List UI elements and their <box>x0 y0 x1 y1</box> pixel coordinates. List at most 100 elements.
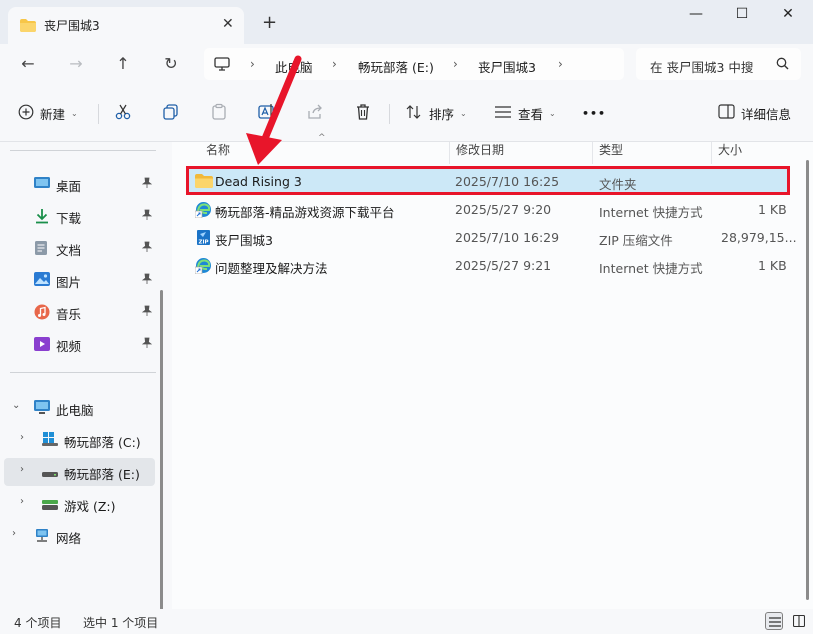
forward-button[interactable]: → <box>66 54 86 73</box>
network-drive-icon <box>42 499 58 513</box>
refresh-button[interactable]: ↻ <box>161 54 181 73</box>
sort-button[interactable]: 排序 ⌄ <box>405 103 467 123</box>
edge-shortcut-icon <box>194 201 212 221</box>
file-type: ZIP 压缩文件 <box>599 233 673 248</box>
sidebar-item-label: 视频 <box>56 339 82 354</box>
selected-count: 选中 1 个项目 <box>83 616 159 630</box>
back-button[interactable]: ← <box>18 54 38 73</box>
sidebar-divider <box>10 150 156 151</box>
search-box[interactable]: 在 丧尸围城3 中搜 <box>636 48 801 80</box>
windows-drive-icon <box>42 432 58 449</box>
sidebar-item-downloads[interactable]: 下载 <box>4 202 155 230</box>
more-options-button[interactable]: ••• <box>582 103 606 123</box>
sidebar-item-label: 图片 <box>56 275 82 290</box>
new-button[interactable]: 新建 ⌄ <box>18 103 78 123</box>
pin-icon <box>141 241 153 256</box>
sidebar-item-label: 畅玩部落 (C:) <box>64 435 141 450</box>
column-header-name[interactable]: 名称 <box>200 142 450 164</box>
column-header-size[interactable]: 大小 <box>712 142 792 164</box>
minimize-button[interactable]: — <box>676 6 716 28</box>
file-size: 1 KB <box>758 202 787 217</box>
sidebar-item-network[interactable]: › 网络 <box>4 522 155 550</box>
view-button[interactable]: 查看 ⌄ <box>494 103 556 123</box>
document-icon <box>34 240 48 259</box>
svg-text:ZIP: ZIP <box>198 240 208 246</box>
sidebar-item-drive-z[interactable]: › 游戏 (Z:) <box>4 490 155 518</box>
breadcrumb-separator-icon: › <box>558 57 563 71</box>
pin-icon <box>141 273 153 288</box>
computer-icon <box>34 400 50 417</box>
sidebar-item-label: 音乐 <box>56 307 82 322</box>
plus-circle-icon <box>18 104 34 123</box>
music-icon <box>34 304 50 323</box>
chevron-right-icon: › <box>20 464 24 475</box>
sidebar-divider <box>10 372 156 373</box>
sort-icon <box>405 104 423 123</box>
breadcrumb-separator-icon: › <box>453 57 458 71</box>
file-name: 问题整理及解决方法 <box>215 261 328 276</box>
copy-button[interactable] <box>162 103 180 123</box>
zip-icon: ZIP <box>195 229 212 249</box>
chevron-down-icon: ⌄ <box>549 108 556 118</box>
pin-icon <box>141 305 153 320</box>
view-label: 查看 <box>518 106 544 122</box>
tab-title: 丧尸围城3 <box>44 19 100 33</box>
pin-icon <box>141 209 153 224</box>
drive-icon <box>42 468 58 482</box>
chevron-down-icon: ⌄ <box>460 108 467 118</box>
maximize-button[interactable]: ☐ <box>722 6 762 28</box>
breadcrumb-drive-e[interactable]: 畅玩部落 (E:) <box>358 57 434 76</box>
table-row[interactable]: 问题整理及解决方法 2025/5/27 9:21 Internet 快捷方式 1… <box>188 252 790 278</box>
navigation-pane: 桌面 下载 文档 图片 音乐 视频 ⌄ 此电脑 › 畅玩部落 (C:) › 畅玩… <box>0 142 172 609</box>
sidebar-item-drive-c[interactable]: › 畅玩部落 (C:) <box>4 426 155 454</box>
navigation-bar: ← → ↑ ↻ › 此电脑 › 畅玩部落 (E:) › 丧尸围城3 › 在 丧尸… <box>0 44 813 84</box>
pin-icon <box>141 337 153 352</box>
status-bar: 4 个项目 选中 1 个项目 <box>0 609 813 634</box>
column-header-type[interactable]: 类型 <box>593 142 712 164</box>
details-view-button[interactable] <box>765 612 783 630</box>
details-label: 详细信息 <box>741 106 792 122</box>
chevron-down-icon: ⌄ <box>12 400 21 411</box>
chevron-right-icon: › <box>20 432 24 443</box>
table-row[interactable]: ZIP 丧尸围城3 2025/7/10 16:29 ZIP 压缩文件 28,97… <box>188 224 797 250</box>
file-list: 名称 修改日期 类型 大小 Dead Rising 3 2025/7/10 16… <box>172 142 813 609</box>
sidebar-item-desktop[interactable]: 桌面 <box>4 170 155 198</box>
new-tab-button[interactable]: + <box>262 12 277 33</box>
cut-button[interactable] <box>114 103 132 123</box>
up-button[interactable]: ↑ <box>113 54 133 73</box>
content-scrollbar[interactable] <box>806 160 809 600</box>
sidebar-item-drive-e[interactable]: › 畅玩部落 (E:) <box>4 458 155 486</box>
sidebar-item-videos[interactable]: 视频 <box>4 330 155 358</box>
edge-shortcut-icon <box>194 257 212 277</box>
tiles-view-button[interactable] <box>790 612 808 630</box>
pin-icon <box>141 177 153 192</box>
breadcrumb-current-folder[interactable]: 丧尸围城3 <box>478 57 536 76</box>
chevron-right-icon: › <box>20 496 24 507</box>
title-bar: 丧尸围城3 ✕ + — ☐ ✕ <box>0 0 813 44</box>
close-window-button[interactable]: ✕ <box>768 6 808 28</box>
sidebar-item-music[interactable]: 音乐 <box>4 298 155 326</box>
tab-current[interactable]: 丧尸围城3 ✕ <box>8 7 244 44</box>
file-type: Internet 快捷方式 <box>599 261 703 276</box>
paste-button[interactable] <box>210 103 228 123</box>
search-icon <box>776 57 789 73</box>
details-pane-button[interactable]: 详细信息 <box>718 103 791 123</box>
sidebar-item-documents[interactable]: 文档 <box>4 234 155 262</box>
annotation-arrow-icon <box>246 55 302 165</box>
sidebar-item-label: 游戏 (Z:) <box>64 499 116 514</box>
close-tab-icon[interactable]: ✕ <box>222 16 234 32</box>
pictures-icon <box>34 272 50 289</box>
table-row[interactable]: 畅玩部落-精品游戏资源下载平台 2025/5/27 9:20 Internet … <box>188 196 790 222</box>
column-header-date[interactable]: 修改日期 <box>450 142 593 164</box>
toolbar-divider <box>389 104 390 124</box>
folder-icon <box>20 19 36 35</box>
delete-button[interactable] <box>354 103 372 123</box>
sidebar-item-label: 文档 <box>56 243 82 258</box>
file-size: 1 KB <box>758 258 787 273</box>
item-count: 4 个项目 <box>14 616 62 630</box>
sort-ascending-icon: ^ <box>318 133 326 143</box>
sidebar-scrollbar[interactable] <box>160 290 163 610</box>
file-size: 28,979,15... <box>721 230 797 245</box>
sidebar-item-pictures[interactable]: 图片 <box>4 266 155 294</box>
sidebar-item-this-pc[interactable]: ⌄ 此电脑 <box>4 394 155 422</box>
